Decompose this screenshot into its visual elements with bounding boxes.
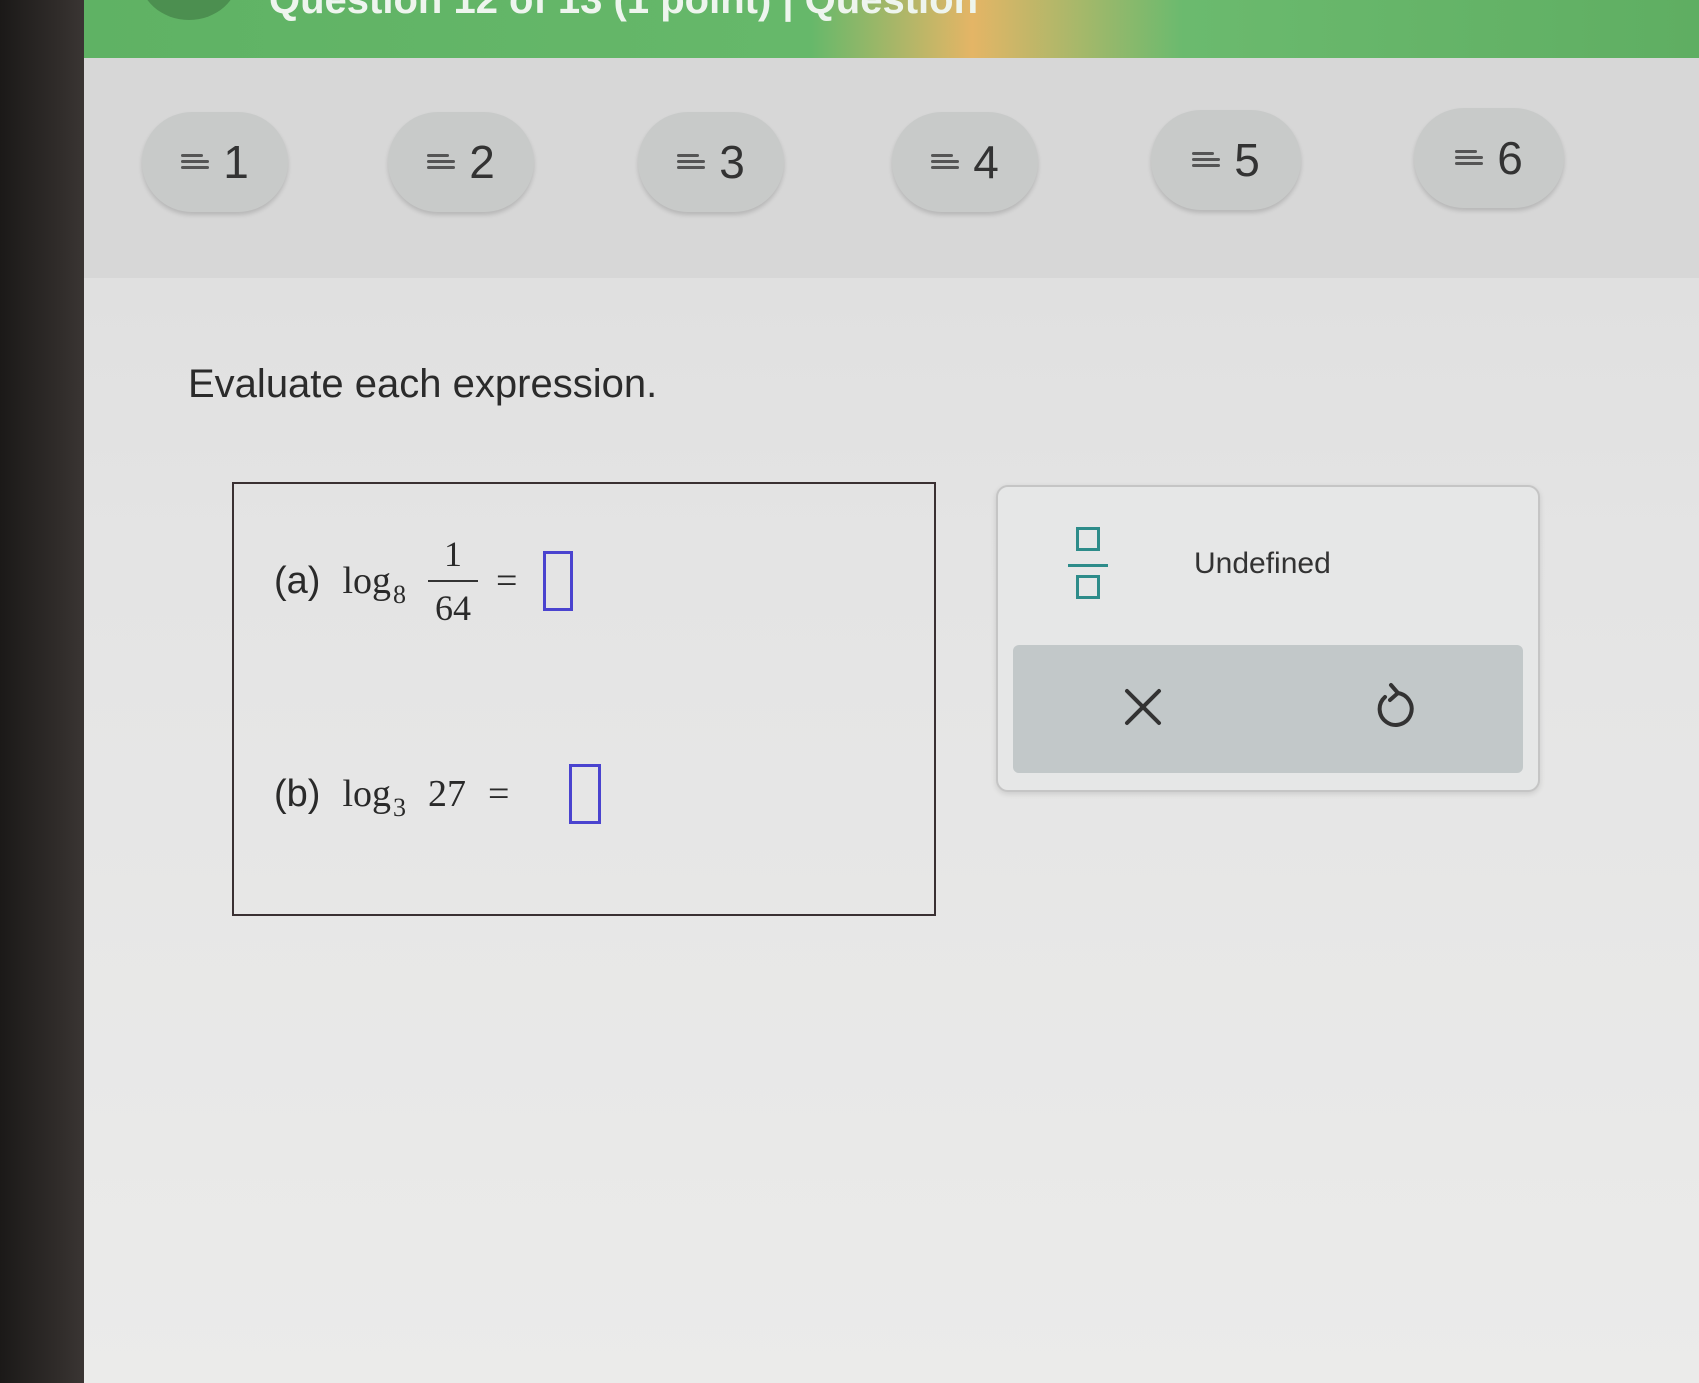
fraction-denominator: 64 <box>435 588 472 628</box>
list-icon <box>1455 150 1484 166</box>
answer-input-b[interactable] <box>569 764 602 824</box>
math-palette: Undefined <box>996 485 1540 792</box>
question-nav-number: 3 <box>719 136 745 188</box>
log-function: log <box>342 773 392 815</box>
fraction-template-icon[interactable] <box>1068 527 1108 607</box>
log-base: 3 <box>393 793 407 822</box>
part-b-label: (b) <box>274 772 321 815</box>
list-icon <box>1192 152 1221 168</box>
denominator-slot <box>1076 575 1100 599</box>
header-title: Question 12 of 13 (1 point) | Question <box>269 0 979 22</box>
question-nav-item-2[interactable]: 2 <box>388 112 534 212</box>
x-icon[interactable] <box>1113 677 1173 737</box>
question-nav-item-5[interactable]: 5 <box>1151 110 1301 210</box>
question-nav-number: 6 <box>1497 132 1523 184</box>
question-nav-number: 5 <box>1234 134 1260 186</box>
palette-action-bar <box>1013 645 1523 773</box>
question-nav: 1 2 3 4 5 6 <box>84 58 1699 278</box>
header-bar: Question 12 of 13 (1 point) | Question <box>84 0 1699 58</box>
question-prompt: Evaluate each expression. <box>188 362 658 406</box>
question-nav-item-1[interactable]: 1 <box>142 112 288 212</box>
fraction-line <box>1068 564 1108 567</box>
list-icon <box>931 154 960 170</box>
question-nav-number: 4 <box>973 136 999 188</box>
equals-sign: = <box>488 773 510 815</box>
list-icon <box>677 154 706 170</box>
question-nav-number: 2 <box>469 136 495 188</box>
undo-icon[interactable] <box>1363 677 1423 737</box>
device-bezel <box>0 0 84 1383</box>
part-a-row: (a) log 8 1 64 = <box>274 532 574 630</box>
log-argument: 27 <box>428 773 467 815</box>
screen: Question 12 of 13 (1 point) | Question 1… <box>84 0 1699 1383</box>
equals-sign: = <box>496 560 518 602</box>
question-nav-item-3[interactable]: 3 <box>638 112 784 212</box>
question-nav-item-4[interactable]: 4 <box>892 112 1038 212</box>
fraction-numerator: 1 <box>444 534 463 574</box>
part-a-label: (a) <box>274 559 321 602</box>
header-avatar <box>139 0 239 20</box>
log-base: 8 <box>393 580 407 609</box>
fraction-bar <box>428 580 479 582</box>
list-icon <box>181 154 210 170</box>
undefined-button[interactable]: Undefined <box>1194 547 1331 581</box>
question-nav-item-6[interactable]: 6 <box>1414 108 1564 208</box>
part-b-row: (b) log 3 27 = <box>274 764 602 824</box>
answer-input-a[interactable] <box>543 551 574 611</box>
numerator-slot <box>1076 527 1100 551</box>
list-icon <box>427 154 456 170</box>
question-box: (a) log 8 1 64 = (b) log 3 27 = <box>232 482 936 916</box>
fraction: 1 64 <box>428 532 479 630</box>
question-nav-number: 1 <box>223 136 249 188</box>
log-function: log <box>342 560 392 602</box>
